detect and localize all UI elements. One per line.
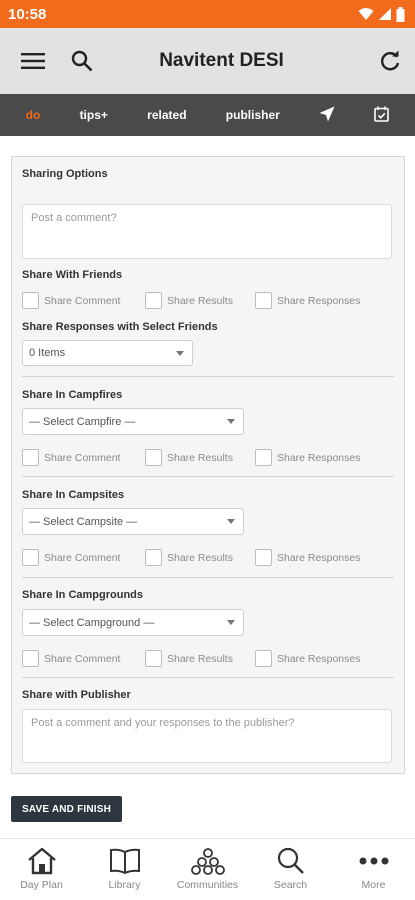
select-friends-title: Share Responses with Select Friends (22, 321, 218, 333)
nav-search[interactable]: Search (251, 847, 331, 891)
checkbox-box[interactable] (145, 549, 162, 566)
search-icon (277, 847, 304, 874)
checkbox-box[interactable] (255, 650, 272, 667)
friends-share-results-checkbox[interactable]: Share Results (145, 292, 245, 309)
checkbox-box[interactable] (22, 449, 39, 466)
nav-library-label: Library (108, 879, 141, 891)
tab-related[interactable]: related (141, 104, 192, 126)
calendar-check-icon (374, 106, 390, 122)
campsite-select[interactable]: — Select Campsite — (22, 508, 244, 535)
campground-select[interactable]: — Select Campground — (22, 609, 244, 636)
checkbox-box[interactable] (255, 292, 272, 309)
home-icon (27, 847, 56, 875)
share-with-friends-title: Share With Friends (22, 269, 123, 281)
checkbox-box[interactable] (22, 292, 39, 309)
tab-send[interactable] (313, 102, 341, 129)
page-title: Navitent DESI (159, 50, 284, 71)
checkbox-box[interactable] (255, 449, 272, 466)
tab-do[interactable]: do (20, 104, 47, 126)
campgrounds-share-comment-checkbox[interactable]: Share Comment (22, 650, 135, 667)
checkbox-box[interactable] (22, 549, 39, 566)
communities-icon (190, 848, 225, 875)
wifi-icon (358, 8, 374, 20)
nav-more[interactable]: More (334, 847, 414, 891)
checkbox-box[interactable] (145, 650, 162, 667)
campfires-share-comment-checkbox[interactable]: Share Comment (22, 449, 135, 466)
campfires-share-results-checkbox[interactable]: Share Results (145, 449, 245, 466)
status-icons (358, 6, 405, 22)
campfire-select-value: — Select Campfire — (29, 415, 136, 428)
nav-day-plan-label: Day Plan (20, 879, 63, 891)
search-icon (71, 50, 93, 72)
nav-search-label: Search (273, 879, 308, 891)
campgrounds-share-responses-checkbox[interactable]: Share Responses (255, 650, 360, 667)
signal-icon (379, 8, 391, 20)
campfires-options: Share Comment Share Results Share Respon… (22, 449, 370, 466)
checkbox-box[interactable] (145, 449, 162, 466)
nav-library[interactable]: Library (85, 847, 165, 891)
publisher-comment-input[interactable]: Post a comment and your responses to the… (22, 709, 392, 763)
status-bar: 10:58 (0, 0, 415, 28)
save-and-finish-button[interactable]: SAVE AND FINISH (11, 796, 122, 822)
campsites-options: Share Comment Share Results Share Respon… (22, 549, 370, 566)
checkbox-box[interactable] (145, 292, 162, 309)
sharing-options-card: Sharing Options Post a comment? Share Wi… (11, 156, 405, 774)
nav-communities-label: Communities (176, 879, 239, 891)
friends-share-comment-checkbox[interactable]: Share Comment (22, 292, 135, 309)
more-icon (359, 857, 388, 865)
campsite-select-value: — Select Campsite — (29, 515, 138, 528)
select-friends-dropdown[interactable]: 0 Items (22, 340, 193, 366)
tab-tips[interactable]: tips+ (74, 104, 114, 126)
share-with-publisher-title: Share with Publisher (22, 689, 131, 701)
divider (22, 677, 394, 678)
tab-publisher[interactable]: publisher (220, 104, 286, 126)
campfires-share-responses-checkbox[interactable]: Share Responses (255, 449, 360, 466)
tab-calendar[interactable] (368, 102, 395, 129)
nav-communities[interactable]: Communities (168, 847, 248, 891)
campsites-share-comment-checkbox[interactable]: Share Comment (22, 549, 135, 566)
refresh-button[interactable] (377, 48, 403, 74)
bottom-nav: Day Plan Library Communities Search More (0, 838, 415, 900)
chevron-down-icon (176, 350, 184, 356)
hamburger-icon (21, 53, 45, 69)
status-time: 10:58 (8, 5, 47, 23)
friends-share-responses-checkbox[interactable]: Share Responses (255, 292, 360, 309)
share-in-campsites-title: Share In Campsites (22, 489, 125, 501)
send-icon (319, 106, 335, 121)
chevron-down-icon (227, 519, 235, 524)
comment-input[interactable]: Post a comment? (22, 204, 392, 259)
campgrounds-options: Share Comment Share Results Share Respon… (22, 650, 370, 667)
menu-button[interactable] (20, 48, 46, 74)
select-friends-value: 0 Items (29, 347, 66, 359)
nav-more-label: More (361, 879, 386, 891)
campground-select-value: — Select Campground — (29, 616, 155, 629)
tab-bar: do tips+ related publisher (0, 94, 415, 136)
share-in-campfires-title: Share In Campfires (22, 389, 123, 401)
sharing-options-title: Sharing Options (22, 168, 108, 180)
app-bar: Navitent DESI (0, 28, 415, 94)
campgrounds-share-results-checkbox[interactable]: Share Results (145, 650, 245, 667)
search-button[interactable] (69, 48, 95, 74)
checkbox-box[interactable] (22, 650, 39, 667)
campsites-share-results-checkbox[interactable]: Share Results (145, 549, 245, 566)
chevron-down-icon (227, 620, 235, 625)
campsites-share-responses-checkbox[interactable]: Share Responses (255, 549, 360, 566)
book-icon (109, 848, 140, 875)
nav-day-plan[interactable]: Day Plan (2, 847, 82, 891)
divider (22, 476, 394, 477)
campfire-select[interactable]: — Select Campfire — (22, 408, 244, 435)
share-in-campgrounds-title: Share In Campgrounds (22, 589, 144, 601)
refresh-icon (381, 50, 400, 71)
share-with-friends-options: Share Comment Share Results Share Respon… (22, 292, 370, 309)
divider (22, 577, 394, 578)
checkbox-box[interactable] (255, 549, 272, 566)
battery-icon (396, 6, 405, 22)
chevron-down-icon (227, 419, 235, 424)
divider (22, 376, 394, 377)
